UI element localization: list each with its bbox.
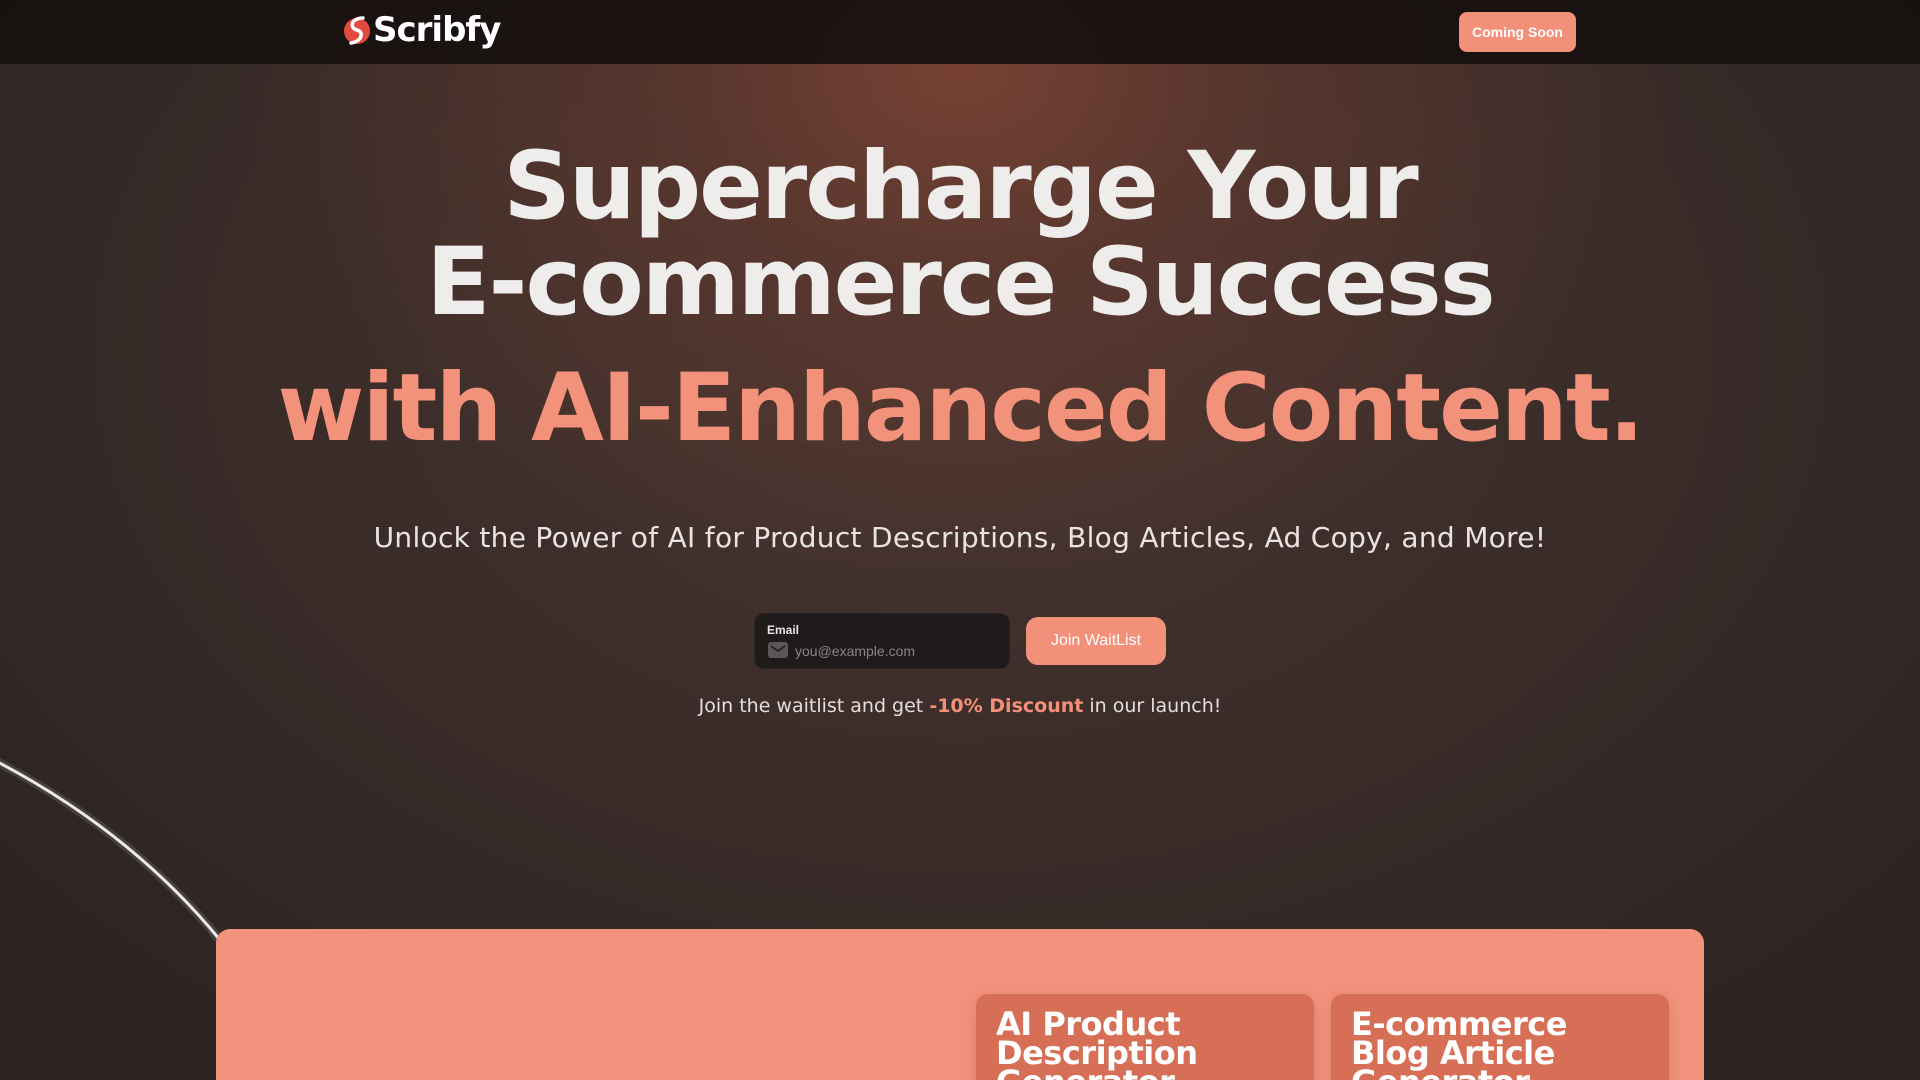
feature-card-title: E-commerce Blog Article Generator <box>1351 1005 1567 1080</box>
hero-title-line-3: with AI-Enhanced Content. <box>277 354 1644 463</box>
discount-highlight: -10% Discount <box>929 695 1084 717</box>
join-waitlist-button[interactable]: Join WaitList <box>1026 617 1166 665</box>
waitlist-note-prefix: Join the waitlist and get <box>698 695 930 717</box>
email-field[interactable]: Email <box>754 613 1010 669</box>
scribfy-logo-icon <box>344 16 370 45</box>
waitlist-note-suffix: in our launch! <box>1083 695 1222 717</box>
brand-name: Scribfy <box>373 10 501 50</box>
email-input[interactable] <box>795 641 1000 661</box>
hero-title-line-2: E-commerce Success <box>426 228 1495 337</box>
coming-soon-button[interactable]: Coming Soon <box>1459 12 1576 52</box>
feature-card-title: AI Product Description Generator <box>996 1005 1198 1080</box>
brand-logo[interactable]: Scribfy <box>343 10 501 50</box>
feature-card-product-description[interactable]: AI Product Description Generator <box>976 994 1314 1080</box>
hero-subtitle: Unlock the Power of AI for Product Descr… <box>373 521 1547 554</box>
email-label: Email <box>767 623 800 637</box>
top-nav: Scribfy Coming Soon <box>0 0 1920 64</box>
hero-title-line-1: Supercharge Your <box>503 132 1419 241</box>
waitlist-note: Join the waitlist and get -10% Discount … <box>0 695 1920 717</box>
feature-card-blog-article[interactable]: E-commerce Blog Article Generator <box>1331 994 1669 1080</box>
decorative-arc <box>0 700 260 960</box>
mail-icon <box>768 642 788 658</box>
